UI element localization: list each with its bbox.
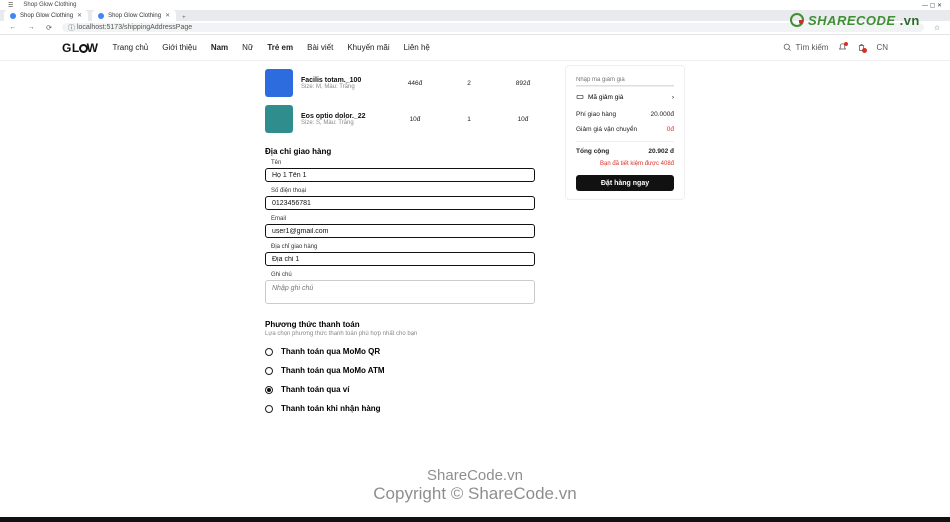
item-price: 446đ [403,80,427,87]
browser-tab-1[interactable]: Shop Glow Clothing ✕ [4,10,88,21]
note-label: Ghi chú [271,272,535,278]
item-price: 10đ [403,116,427,123]
page-content: Facilis totam._100 Size: M, Màu: Trắng 4… [0,61,950,423]
nav-about[interactable]: Giới thiệu [162,43,197,52]
product-thumb [265,105,293,133]
info-icon: ⓘ [68,23,75,33]
payment-method-0[interactable]: Thanh toán qua MoMo QR [265,347,535,356]
discount-label: Mã giảm giá [588,94,623,101]
cart-item: Eos optio dolor._22 Size: S, Màu: Trắng … [265,101,535,137]
place-order-button[interactable]: Đặt hàng ngay [576,175,674,191]
email-input[interactable] [265,224,535,238]
browser-tab-2[interactable]: Shop Glow Clothing ✕ [92,10,176,21]
nav-contact[interactable]: Liên hệ [404,43,430,52]
new-tab-button[interactable]: + [182,15,186,21]
nav-forward-button[interactable]: → [26,23,36,33]
shipping-title: Địa chỉ giao hàng [265,147,535,156]
radio-icon [265,386,273,394]
radio-icon [265,405,273,413]
email-label: Email [271,216,535,222]
radio-icon [265,348,273,356]
cart-badge [862,48,867,53]
payment-title: Phương thức thanh toán [265,320,535,329]
discount-row[interactable]: Mã giảm giá › [576,86,674,107]
item-qty: 2 [457,80,481,87]
product-thumb [265,69,293,97]
ticket-icon [576,93,584,101]
payment-method-3[interactable]: Thanh toán khi nhận hàng [265,404,535,413]
cart-button[interactable] [857,43,866,52]
nav-home[interactable]: Trang chủ [113,43,149,52]
ship-label: Phí giao hàng [576,111,616,118]
note-input[interactable] [265,280,535,304]
os-taskbar[interactable] [0,517,950,522]
search-icon [783,43,792,52]
payment-method-label: Thanh toán qua ví [281,385,349,394]
tab-close-icon[interactable]: ✕ [77,12,82,19]
total-value: 20.902 đ [648,148,674,155]
product-name: Eos optio dolor._22 [301,113,395,120]
chevron-right-icon: › [672,94,674,101]
product-variant: Size: M, Màu: Trắng [301,84,395,90]
phone-label: Số điện thoại [271,188,535,194]
product-name: Facilis totam._100 [301,77,395,84]
saving-text: Bạn đã tiết kiệm được 408đ [576,161,674,167]
window-title: Shop Glow Clothing [23,2,76,8]
total-label: Tổng cộng [576,148,609,155]
payment-subtitle: Lựa chọn phương thức thanh toán phù hợp … [265,331,535,337]
order-summary-card: Mã giảm giá › Phí giao hàng 20.000đ Giảm… [565,65,685,200]
nav-sale[interactable]: Khuyến mãi [347,43,389,52]
notification-badge [844,42,848,46]
sharecode-logo-icon [790,13,804,27]
item-total: 892đ [511,80,535,87]
payment-method-label: Thanh toán qua MoMo ATM [281,366,385,375]
window-menu-icon[interactable]: ☰ [8,2,13,9]
watermark-sharecode: SHARECODE.vn [790,11,950,29]
tab-favicon [10,13,16,19]
cart-item: Facilis totam._100 Size: M, Màu: Trắng 4… [265,65,535,101]
item-total: 10đ [511,116,535,123]
nav-blog[interactable]: Bài viết [307,43,333,52]
site-logo[interactable]: GLW [62,41,99,55]
search-button[interactable]: Tìm kiếm [783,43,829,52]
item-qty: 1 [457,116,481,123]
phone-input[interactable] [265,196,535,210]
address-label: Địa chỉ giao hàng [271,244,535,250]
payment-method-2[interactable]: Thanh toán qua ví [265,385,535,394]
nav-women[interactable]: Nữ [242,43,253,52]
window-titlebar: ☰ Shop Glow Clothing — ▢ ✕ [0,0,950,10]
nav-men[interactable]: Nam [211,43,228,52]
radio-icon [265,367,273,375]
account-label[interactable]: CN [876,43,888,52]
nav-reload-button[interactable]: ⟳ [44,23,54,33]
window-controls[interactable]: — ▢ ✕ [922,2,942,9]
ship-value: 20.000đ [651,111,675,118]
product-variant: Size: S, Màu: Trắng [301,120,395,126]
payment-method-label: Thanh toán qua MoMo QR [281,347,380,356]
search-label: Tìm kiếm [796,43,829,52]
watermark-footer: ShareCode.vn Copyright © ShareCode.vn [0,467,950,504]
payment-method-label: Thanh toán khi nhận hàng [281,404,381,413]
nav-kids[interactable]: Trẻ em [267,43,293,52]
name-label: Tên [271,160,535,166]
address-input[interactable] [265,252,535,266]
notifications-button[interactable] [838,43,847,52]
shipdisc-value: 0đ [667,126,674,133]
payment-method-1[interactable]: Thanh toán qua MoMo ATM [265,366,535,375]
nav-back-button[interactable]: ← [8,23,18,33]
tab-title: Shop Glow Clothing [108,13,161,19]
discount-code-input[interactable] [576,74,674,86]
tab-title: Shop Glow Clothing [20,13,73,19]
site-header: GLW Trang chủ Giới thiệu Nam Nữ Trẻ em B… [0,35,950,61]
url-text: localhost:5173/shippingAddressPage [77,24,192,31]
shipdisc-label: Giảm giá vận chuyển [576,126,637,133]
name-input[interactable] [265,168,535,182]
tab-close-icon[interactable]: ✕ [165,12,170,19]
tab-favicon [98,13,104,19]
